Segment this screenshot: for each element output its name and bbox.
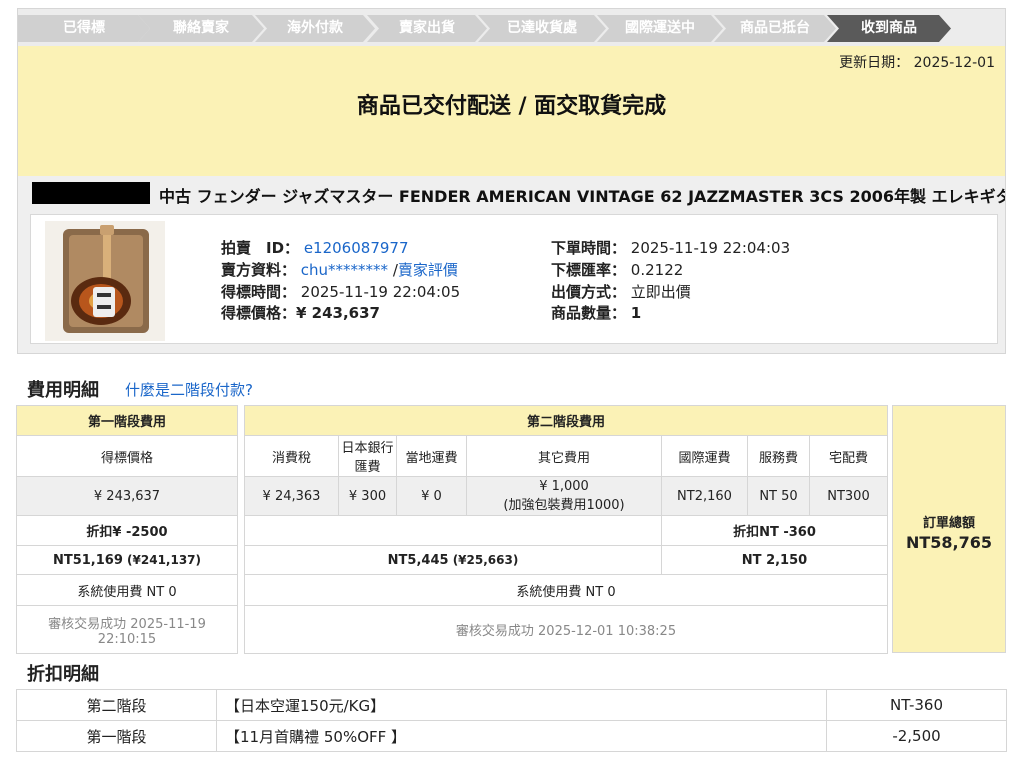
update-date: 更新日期： 2025-12-01: [839, 55, 995, 71]
stage2-discount: 折扣NT -360: [661, 515, 888, 546]
stage1-system-fee: 系統使用費 NT 0: [16, 574, 238, 606]
step-contact-seller: 聯絡賣家: [138, 15, 264, 42]
stage2-header: 第二階段費用: [244, 405, 888, 436]
stage2-system-fee: 系統使用費 NT 0: [244, 574, 888, 606]
step-received: 收到商品: [827, 15, 951, 42]
order-total-box: 訂單總額 NT58,765: [892, 405, 1006, 653]
bank-fee-col: 日本銀行匯費: [338, 435, 397, 477]
tax-col: 消費稅: [244, 435, 339, 477]
auction-id-link[interactable]: e1206087977: [304, 239, 409, 257]
two-stage-help-link[interactable]: 什麼是二階段付款?: [125, 379, 253, 400]
delivery-fee-col: 宅配費: [809, 435, 888, 477]
local-shipping-col: 當地運費: [396, 435, 467, 477]
other-fee-value: ¥ 1,000 (加強包裝費用1000): [466, 476, 662, 516]
seller-link[interactable]: chu********: [301, 261, 388, 279]
won-price-value: ¥ 243,637: [16, 476, 238, 516]
discount-desc: 【11月首購禮 50%OFF 】: [216, 720, 827, 752]
seller-row: 賣方資料： chu******** /賣家評價: [221, 261, 458, 279]
delivery-fee-value: NT300: [809, 476, 888, 516]
discount-amount: NT-360: [826, 689, 1007, 721]
step-arrived-taiwan: 商品已抵台: [714, 15, 836, 42]
service-fee-value: NT 50: [747, 476, 810, 516]
step-seller-shipped: 賣家出貨: [367, 15, 487, 42]
step-arrived-warehouse: 已達收貨處: [478, 15, 606, 42]
order-total-value: NT58,765: [905, 533, 993, 552]
product-info-box: 拍賣 ID： e1206087977 賣方資料： chu******** /賣家…: [30, 214, 998, 344]
seller-rating-link[interactable]: 賣家評價: [398, 261, 458, 279]
discount-amount: -2,500: [826, 720, 1007, 752]
stage1-total: NT51,169 (¥241,137): [16, 545, 238, 575]
discount-row: 第一階段 【11月首購禮 50%OFF 】 -2,500: [16, 720, 1007, 752]
intl-shipping-value: NT2,160: [661, 476, 748, 516]
stage2-discount-blank: [244, 515, 662, 546]
product-thumbnail[interactable]: [45, 221, 165, 341]
product-panel: 中古 フェンダー ジャズマスター FENDER AMERICAN VINTAGE…: [17, 176, 1006, 354]
bank-fee-value: ¥ 300: [338, 476, 397, 516]
other-fee-col: 其它費用: [466, 435, 662, 477]
stage1-header: 第一階段費用: [16, 405, 238, 436]
discount-stage: 第一階段: [16, 720, 217, 752]
rate-row: 下標匯率： 0.2122: [551, 261, 684, 279]
stage2-fee-table: 第二階段費用 消費稅 日本銀行匯費 當地運費 其它費用 國際運費 服務費 宅配費…: [244, 405, 888, 654]
stage2-total: NT5,445 (¥25,663): [244, 545, 662, 575]
step-overseas-payment: 海外付款: [255, 15, 375, 42]
won-time-row: 得標時間： 2025-11-19 22:04:05: [221, 283, 461, 301]
discount-row: 第二階段 【日本空運150元/KG】 NT-360: [16, 689, 1007, 721]
discount-table: 第二階段 【日本空運150元/KG】 NT-360 第一階段 【11月首購禮 5…: [16, 689, 1007, 752]
local-shipping-value: ¥ 0: [396, 476, 467, 516]
auction-id-row: 拍賣 ID： e1206087977: [221, 239, 409, 257]
status-banner: 更新日期： 2025-12-01 商品已交付配送 / 面交取貨完成: [17, 46, 1006, 176]
discount-stage: 第二階段: [16, 689, 217, 721]
tax-value: ¥ 24,363: [244, 476, 339, 516]
fees-title: 費用明細: [27, 380, 99, 401]
qty-row: 商品數量： 1: [551, 304, 642, 322]
service-fee-col: 服務費: [747, 435, 810, 477]
discount-desc: 【日本空運150元/KG】: [216, 689, 827, 721]
stage2-audit: 審核交易成功 2025-12-01 10:38:25: [244, 605, 888, 654]
order-progress-steps: 已得標 聯絡賣家 海外付款 賣家出貨 已達收貨處 國際運送中 商品已抵台 收到商…: [17, 8, 1006, 46]
stage1-fee-table: 第一階段費用 得標價格 ¥ 243,637 折扣¥ -2500 NT51,169…: [16, 405, 238, 654]
order-time-row: 下單時間： 2025-11-19 22:04:03: [551, 239, 791, 257]
bid-method-row: 出價方式： 立即出價: [551, 283, 691, 301]
product-title[interactable]: 中古 フェンダー ジャズマスター FENDER AMERICAN VINTAGE…: [159, 183, 1005, 207]
stage1-discount: 折扣¥ -2500: [16, 515, 238, 546]
won-price-col: 得標價格: [16, 435, 238, 477]
discounts-title: 折扣明細: [27, 664, 99, 685]
step-won: 已得標: [18, 15, 150, 42]
status-title: 商品已交付配送 / 面交取貨完成: [356, 94, 667, 119]
intl-shipping-col: 國際運費: [661, 435, 748, 477]
step-international-shipping: 國際運送中: [597, 15, 723, 42]
won-price-row: 得標價格：¥ 243,637: [221, 304, 380, 322]
order-total-label: 訂單總額: [922, 516, 975, 531]
stage2-total-b: NT 2,150: [661, 545, 888, 575]
stage1-audit: 審核交易成功 2025-11-19 22:10:15: [16, 605, 238, 654]
redacted-block: [32, 182, 150, 204]
